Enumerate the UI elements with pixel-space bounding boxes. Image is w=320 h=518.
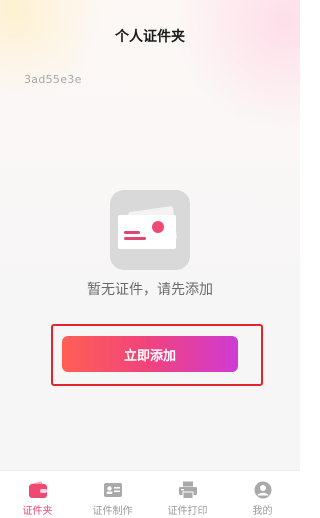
tab-mine[interactable]: 我的 xyxy=(225,471,300,518)
user-id: 3ad55e3e xyxy=(24,73,82,86)
tab-label: 证件打印 xyxy=(167,506,208,517)
page-title: 个人证件夹 xyxy=(115,29,185,45)
tab-label: 证件夹 xyxy=(22,506,53,517)
tab-label: 证件制作 xyxy=(92,506,133,517)
tab-card-making[interactable]: 证件制作 xyxy=(75,471,150,518)
wallet-icon xyxy=(28,481,47,498)
printer-icon xyxy=(178,481,197,499)
tab-card-printing[interactable]: 证件打印 xyxy=(150,471,225,518)
id-card-icon xyxy=(110,190,190,270)
user-icon xyxy=(254,481,271,499)
tab-card-folder[interactable]: 证件夹 xyxy=(0,471,75,518)
empty-state-message: 暂无证件，请先添加 xyxy=(87,282,213,298)
id-card-icon xyxy=(103,483,122,497)
add-now-button[interactable]: 立即添加 xyxy=(62,336,238,372)
tab-label: 我的 xyxy=(252,506,273,517)
bottom-tab-bar: 证件夹 证件制作 证件打印 我的 xyxy=(0,470,300,518)
